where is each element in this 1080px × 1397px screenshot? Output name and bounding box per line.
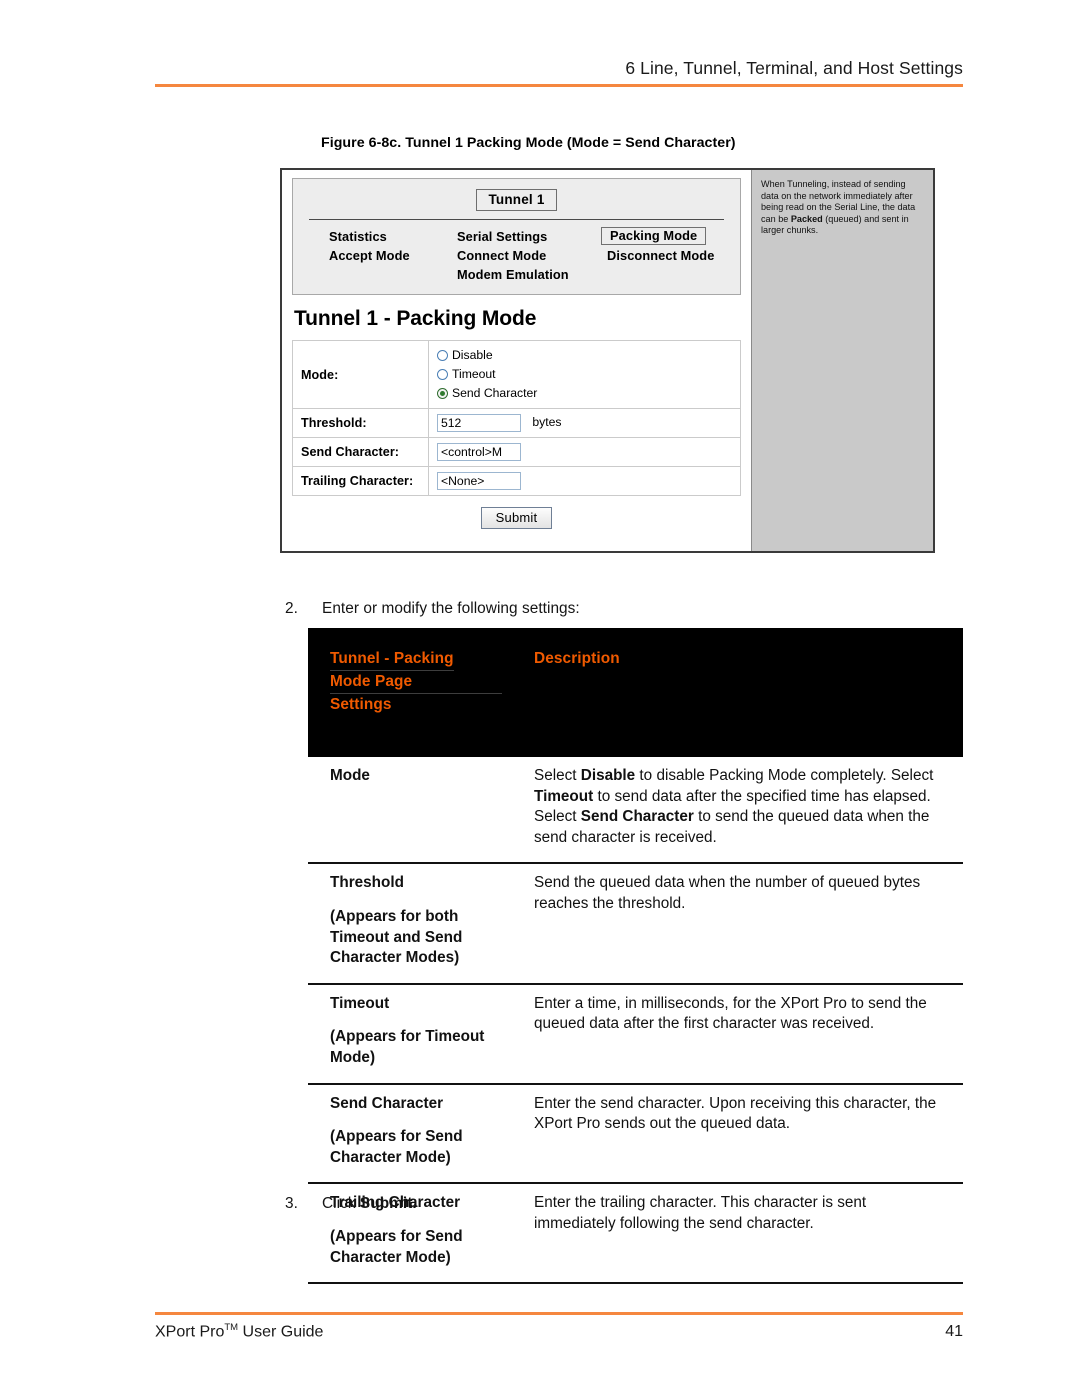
- description-text: Enter the send character. Upon receiving…: [534, 1094, 937, 1133]
- description-text: to disable Packing Mode completely. Sele…: [635, 767, 934, 784]
- setting-name-note: (Appears for Send Character Mode): [330, 1227, 463, 1266]
- figure-main-pane: Tunnel 1 Statistics Serial Settings Pack…: [282, 170, 751, 551]
- radio-option-disable[interactable]: Disable: [437, 346, 740, 365]
- table-cell-setting-name: Threshold (Appears for both Timeout and S…: [308, 863, 526, 985]
- table-header-description-col: Description: [526, 628, 963, 757]
- description-emphasis: Timeout: [534, 787, 594, 805]
- figure-help-pane: When Tunneling, instead of sending data …: [751, 170, 933, 551]
- web-ui-nav-panel: Tunnel 1 Statistics Serial Settings Pack…: [292, 178, 741, 295]
- figure-screenshot: Tunnel 1 Statistics Serial Settings Pack…: [280, 168, 935, 553]
- radio-disable-icon[interactable]: [437, 350, 448, 361]
- step-3: 3. Click Submit.: [285, 1195, 935, 1213]
- nav-link-serial-settings[interactable]: Serial Settings: [457, 229, 607, 244]
- form-row-threshold: Threshold: 512 bytes: [292, 408, 741, 438]
- nav-link-disconnect-mode[interactable]: Disconnect Mode: [607, 248, 726, 263]
- table-header-settings-col: Tunnel - Packing Mode Page Settings: [308, 628, 526, 757]
- table-cell-setting-name: Timeout (Appears for Timeout Mode): [308, 983, 526, 1085]
- threshold-unit-label: bytes: [532, 415, 562, 430]
- nav-link-packing-mode[interactable]: Packing Mode: [601, 227, 707, 245]
- step-2-number: 2.: [285, 600, 298, 617]
- nav-link-connect-mode[interactable]: Connect Mode: [457, 248, 607, 263]
- step-2: 2. Enter or modify the following setting…: [285, 600, 935, 618]
- radio-send-character-icon[interactable]: [437, 388, 448, 399]
- header-rule: [155, 84, 963, 87]
- send-character-label: Send Character:: [292, 437, 429, 467]
- table-cell-setting-name: Mode: [308, 757, 526, 865]
- radio-disable-label: Disable: [452, 348, 493, 362]
- submit-button[interactable]: Submit: [480, 507, 553, 529]
- radio-option-timeout[interactable]: Timeout: [437, 365, 740, 384]
- table-header-row: Tunnel - Packing Mode Page Settings Desc…: [308, 628, 963, 757]
- table-cell-description: Enter the send character. Upon receiving…: [526, 1083, 963, 1185]
- nav-divider: [309, 219, 724, 220]
- trailing-character-cell: <None>: [428, 466, 741, 496]
- page-footer: XPort ProTM User Guide 41: [155, 1312, 963, 1341]
- description-text: Select: [534, 767, 581, 784]
- radio-option-send-character[interactable]: Send Character: [437, 384, 740, 403]
- setting-name: Mode: [330, 767, 370, 784]
- nav-link-accept-mode[interactable]: Accept Mode: [329, 248, 457, 263]
- mode-options-cell: Disable Timeout Send Character: [428, 340, 741, 409]
- table-row: Send Character (Appears for Send Characte…: [308, 1083, 963, 1185]
- description-text: Send the queued data when the number of …: [534, 874, 921, 912]
- footer-page-number: 41: [945, 1322, 963, 1340]
- table-header-line3: Settings: [330, 696, 392, 713]
- step-2-text: Enter or modify the following settings:: [322, 600, 580, 617]
- threshold-cell: 512 bytes: [428, 408, 741, 438]
- setting-name: Timeout: [330, 994, 390, 1012]
- table-cell-description: Send the queued data when the number of …: [526, 863, 963, 985]
- table-row: Timeout (Appears for Timeout Mode) Enter a…: [308, 983, 963, 1085]
- help-text-bold: Packed: [790, 213, 823, 224]
- description-emphasis: Disable: [580, 767, 636, 784]
- submit-row: Submit: [292, 496, 741, 529]
- setting-name-note: (Appears for Send Character Mode): [330, 1128, 463, 1166]
- table-row: Mode Select Disable to disable Packing Mo…: [308, 757, 963, 865]
- tunnel-1-button[interactable]: Tunnel 1: [476, 189, 557, 211]
- radio-timeout-label: Timeout: [452, 367, 496, 381]
- mode-label: Mode:: [292, 340, 429, 409]
- setting-name: Threshold: [330, 874, 404, 892]
- trailing-character-input[interactable]: <None>: [437, 472, 521, 490]
- form-row-mode: Mode: Disable Timeout Send Character: [292, 340, 741, 409]
- trailing-character-label: Trailing Character:: [292, 466, 429, 496]
- nav-link-statistics[interactable]: Statistics: [329, 229, 457, 244]
- tunnel-selector-row: Tunnel 1: [307, 189, 726, 219]
- send-character-input[interactable]: <control>M: [437, 443, 521, 461]
- threshold-input[interactable]: 512: [437, 414, 521, 432]
- send-character-cell: <control>M: [428, 437, 741, 467]
- description-text: Enter a time, in milliseconds, for the X…: [534, 994, 927, 1033]
- setting-name-note: (Appears for Timeout Mode): [330, 1028, 485, 1066]
- setting-name: Send Character: [330, 1094, 444, 1112]
- help-text: When Tunneling, instead of sending data …: [761, 179, 925, 237]
- table-header-line2: Mode Page: [330, 671, 502, 694]
- table-cell-description: Enter a time, in milliseconds, for the X…: [526, 983, 963, 1085]
- footer-doc-title-post: User Guide: [238, 1322, 324, 1340]
- web-ui-page-title: Tunnel 1 - Packing Mode: [294, 307, 537, 330]
- table-header-line1: Tunnel - Packing: [330, 648, 454, 671]
- step-3-text-bold: Submit.: [359, 1195, 417, 1212]
- step-3-number: 3.: [285, 1195, 298, 1212]
- step-3-text: Click Submit.: [322, 1195, 417, 1212]
- page-header: 6 Line, Tunnel, Terminal, and Host Setti…: [155, 58, 963, 87]
- table-cell-setting-name: Send Character (Appears for Send Characte…: [308, 1083, 526, 1185]
- form-row-trailing-character: Trailing Character: <None>: [292, 466, 741, 496]
- footer-doc-title: XPort ProTM User Guide: [155, 1322, 323, 1341]
- nav-link-modem-emulation[interactable]: Modem Emulation: [457, 267, 607, 282]
- radio-timeout-icon[interactable]: [437, 369, 448, 380]
- step-3-text-pre: Click: [322, 1195, 360, 1212]
- threshold-label: Threshold:: [292, 408, 429, 438]
- trademark-icon: TM: [224, 1321, 239, 1333]
- table-row: Threshold (Appears for both Timeout and S…: [308, 863, 963, 985]
- running-head: 6 Line, Tunnel, Terminal, and Host Setti…: [625, 58, 963, 78]
- settings-description-table: Tunnel - Packing Mode Page Settings Desc…: [308, 628, 963, 1285]
- table-cell-description: Select Disable to disable Packing Mode c…: [526, 757, 963, 865]
- form-row-send-character: Send Character: <control>M: [292, 437, 741, 467]
- footer-doc-title-pre: XPort Pro: [155, 1322, 225, 1340]
- figure-caption: Figure 6-8c. Tunnel 1 Packing Mode (Mode…: [321, 135, 736, 151]
- packing-mode-form: Mode: Disable Timeout Send Character Thr…: [292, 340, 741, 496]
- radio-send-character-label: Send Character: [452, 386, 538, 400]
- description-emphasis: Send Character: [580, 808, 694, 826]
- setting-name-note: (Appears for both Timeout and Send Chara…: [330, 907, 463, 967]
- nav-links-grid: Statistics Serial Settings Packing Mode …: [307, 227, 726, 282]
